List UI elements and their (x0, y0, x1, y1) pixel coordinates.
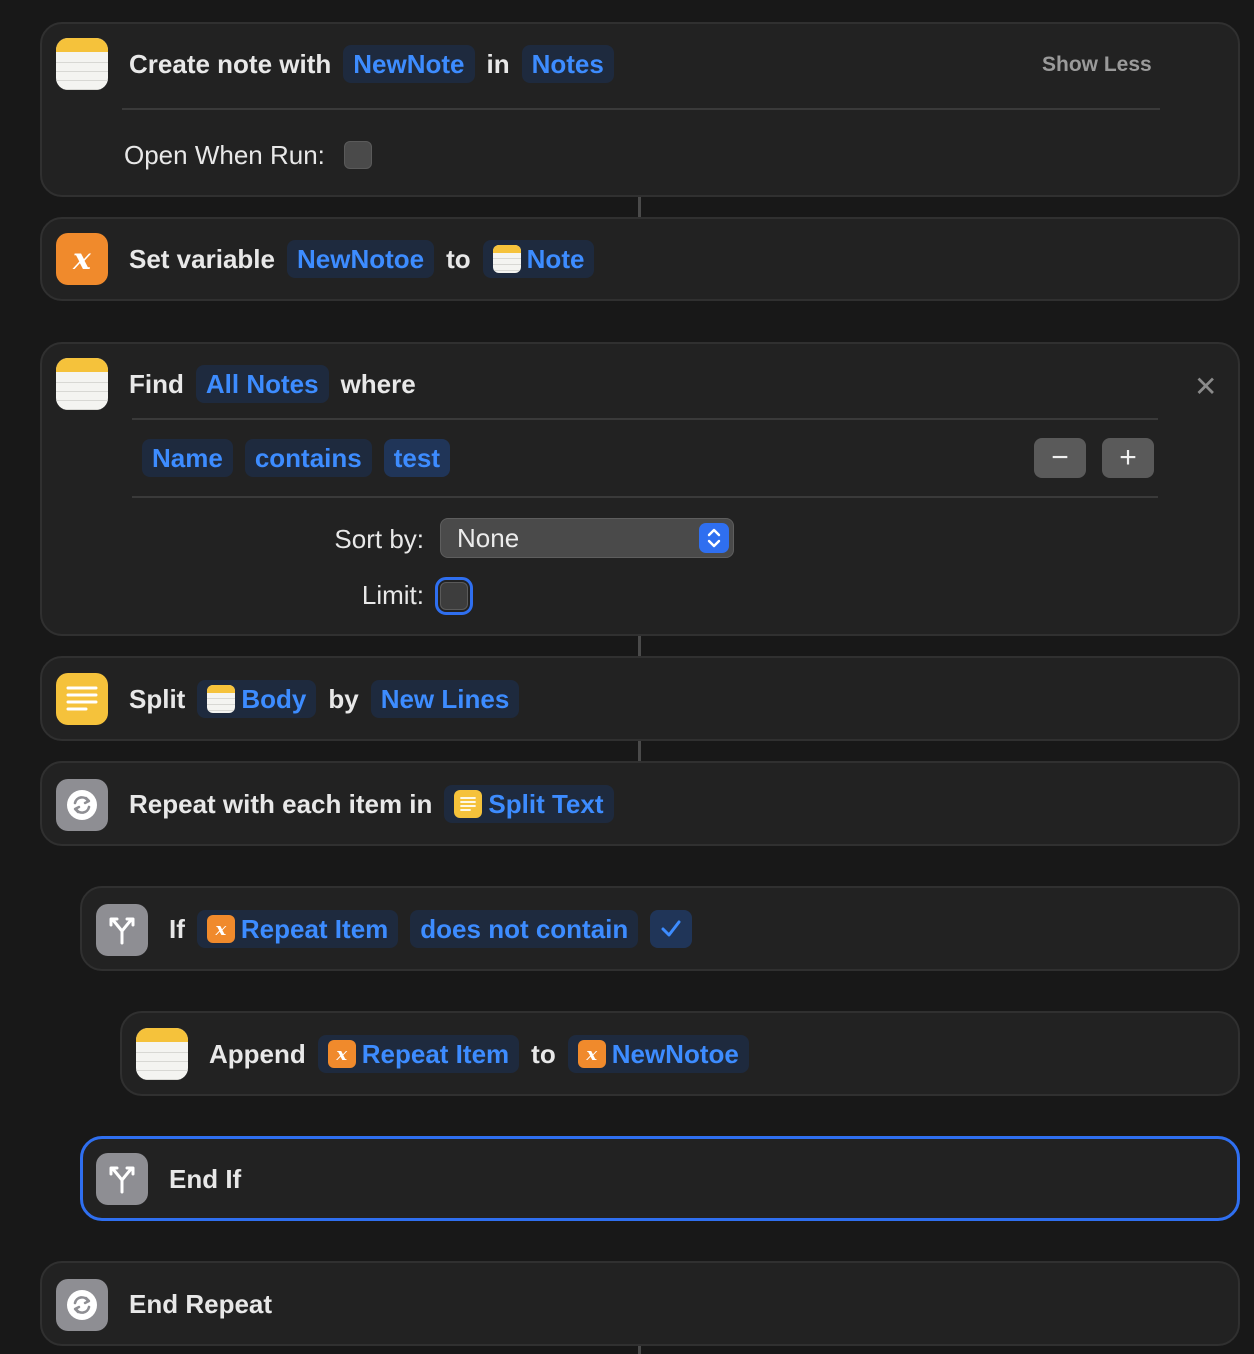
where-label: where (340, 368, 416, 399)
to-label: to (446, 243, 471, 274)
action-label: If (169, 913, 185, 944)
end-repeat-action[interactable]: End Repeat (40, 1261, 1240, 1346)
if-action[interactable]: If x Repeat Item does not contain (80, 886, 1240, 971)
filter-value-token[interactable]: test (383, 439, 450, 477)
action-label: Find (129, 368, 184, 399)
open-when-run-checkbox[interactable] (344, 141, 372, 169)
input-token-label: Repeat Item (240, 913, 389, 944)
add-filter-button[interactable]: + (1102, 438, 1154, 478)
action-label: Repeat with each item in (129, 788, 433, 819)
filter-operator-token[interactable]: contains (244, 439, 372, 477)
separator-token[interactable]: New Lines (370, 680, 520, 718)
append-action[interactable]: Append x Repeat Item to x NewNotoe (120, 1011, 1240, 1096)
variable-mini-icon: x (577, 1040, 606, 1068)
notes-app-icon (56, 358, 108, 410)
show-less-button[interactable]: Show Less (1042, 53, 1152, 77)
value-token[interactable]: Note (482, 240, 595, 278)
variable-name-token[interactable]: NewNotoe (286, 240, 435, 278)
divider (132, 418, 1158, 420)
action-label: Append (209, 1038, 306, 1069)
notes-app-icon (136, 1028, 188, 1080)
input-token-label: Split Text (488, 788, 604, 819)
set-variable-action[interactable]: x Set variable NewNotoe to Note (40, 217, 1240, 301)
to-label: to (531, 1038, 556, 1069)
split-text-action[interactable]: Split Body by New Lines (40, 656, 1240, 741)
connector-line (638, 741, 641, 761)
divider (132, 496, 1158, 498)
end-if-label: End If (169, 1163, 242, 1194)
by-label: by (328, 683, 359, 714)
input-token[interactable]: x Repeat Item (317, 1035, 520, 1073)
connector-line (638, 1346, 641, 1354)
target-token-label: NewNotoe (611, 1038, 739, 1069)
input-token[interactable]: x Repeat Item (196, 910, 399, 948)
target-token[interactable]: x NewNotoe (567, 1035, 749, 1073)
action-label: Split (129, 683, 186, 714)
variable-mini-icon: x (206, 915, 235, 943)
checkmark-icon[interactable] (650, 910, 693, 948)
condition-token[interactable]: does not contain (410, 910, 639, 948)
notes-mini-icon (207, 685, 236, 713)
open-when-run-label: Open When Run: (124, 140, 325, 170)
connector-line (638, 636, 641, 656)
notes-mini-icon (492, 245, 521, 273)
text-mini-icon (454, 790, 483, 818)
branch-icon (96, 904, 148, 956)
sort-by-label: Sort by: (334, 524, 424, 554)
input-token-label: Repeat Item (361, 1038, 510, 1069)
scope-token[interactable]: All Notes (195, 365, 329, 403)
variable-icon: x (56, 233, 108, 285)
input-token[interactable]: Body (197, 680, 317, 718)
value-token-label: Note (526, 243, 585, 274)
in-label: in (486, 48, 510, 79)
variable-mini-icon: x (327, 1040, 356, 1068)
input-token[interactable]: Split Text (444, 785, 614, 823)
create-note-action[interactable]: Create note with NewNote in Notes Show L… (40, 22, 1240, 197)
text-icon (56, 673, 108, 725)
filter-field-token[interactable]: Name (142, 439, 233, 477)
end-repeat-label: End Repeat (129, 1288, 273, 1319)
folder-token[interactable]: Notes (521, 45, 614, 83)
note-content-token[interactable]: NewNote (343, 45, 475, 83)
limit-label: Limit: (361, 580, 424, 610)
input-token-label: Body (241, 683, 307, 714)
branch-icon (96, 1153, 148, 1205)
notes-app-icon (56, 38, 108, 90)
close-icon[interactable]: ✕ (1194, 370, 1217, 403)
limit-checkbox[interactable] (435, 577, 473, 615)
divider (122, 108, 1160, 110)
connector-line (638, 197, 641, 217)
repeat-action[interactable]: Repeat with each item in Split Text (40, 761, 1240, 846)
find-notes-action[interactable]: Find All Notes where ✕ Name contains tes… (40, 342, 1240, 636)
action-label: Create note with (129, 48, 332, 79)
repeat-icon (56, 779, 108, 831)
end-if-action[interactable]: End If (80, 1136, 1240, 1221)
remove-filter-button[interactable]: − (1034, 438, 1086, 478)
sort-by-value: None (457, 522, 520, 553)
chevron-updown-icon (699, 523, 729, 553)
action-label: Set variable (129, 243, 275, 274)
repeat-icon (56, 1279, 108, 1331)
sort-by-select[interactable]: None (440, 518, 734, 558)
